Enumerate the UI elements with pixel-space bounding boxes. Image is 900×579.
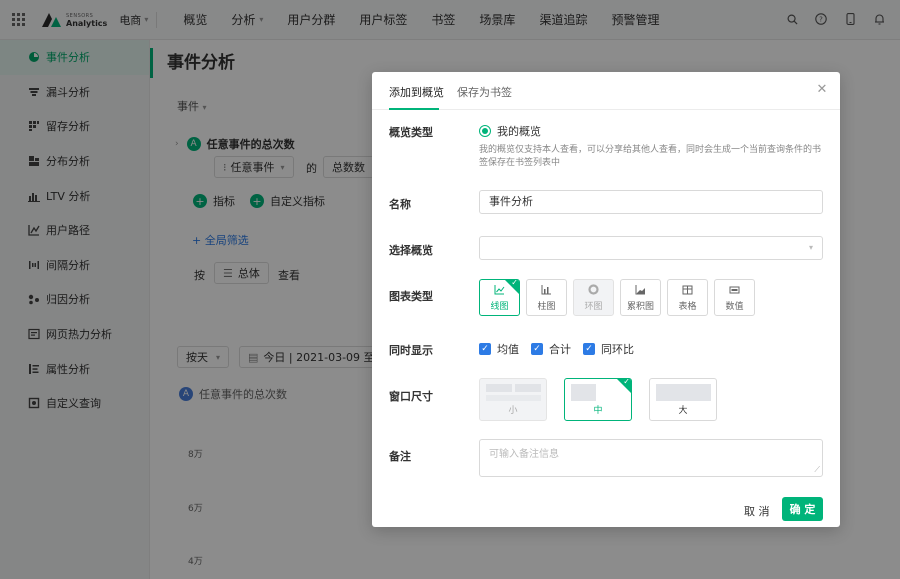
select-overview-label: 选择概览 (389, 244, 433, 257)
chart-type-label: 线图 (490, 301, 509, 312)
chart-type-label: 累积图 (626, 301, 654, 312)
window-size-small[interactable]: 小 (479, 378, 547, 421)
active-tab-indicator (389, 108, 439, 110)
chart-type-cumulative-chart[interactable]: 累积图 (620, 279, 661, 316)
chart-type-label: 环图 (584, 301, 603, 312)
bar-chart-icon (541, 284, 552, 296)
name-label: 名称 (389, 198, 411, 211)
chart-type-bar-chart[interactable]: 柱图 (526, 279, 567, 316)
ring-chart-icon (588, 284, 599, 296)
dialog-tabs: 添加到概览 保存为书签 (372, 72, 840, 110)
check-icon: ✓ (511, 279, 518, 287)
chevron-down-icon: ▾ (808, 243, 813, 252)
chart-type-table[interactable]: 表格 (667, 279, 708, 316)
chart-type-ring-chart[interactable]: 环图 (573, 279, 614, 316)
window-size-label-small: 小 (508, 406, 518, 416)
overview-type-option: 我的概览 (497, 125, 541, 138)
close-icon[interactable]: ✕ (814, 82, 830, 98)
chart-type-options: 线图 ✓ 柱图 环图 累积图 表格 数值 (479, 279, 761, 316)
check-icon: ✓ (623, 378, 630, 386)
show-option-label: 同环比 (601, 343, 634, 356)
window-size-label-medium: 中 (593, 406, 603, 416)
window-size-medium[interactable]: ✓ 中 (564, 378, 632, 421)
confirm-button[interactable]: 确 定 (782, 497, 823, 521)
chart-type-number[interactable]: 数值 (714, 279, 755, 316)
window-size-label: 窗口尺寸 (389, 390, 433, 403)
table-icon (682, 284, 693, 296)
tab-add-to-overview[interactable]: 添加到概览 (389, 84, 444, 100)
cancel-button[interactable]: 取 消 (744, 503, 770, 519)
window-size-label-large: 大 (678, 406, 688, 416)
show-option-label: 均值 (497, 343, 519, 356)
checkbox-checked-icon[interactable]: ✓ (479, 343, 491, 355)
chart-type-label: 柱图 (537, 301, 556, 312)
show-options: ✓ 均值 ✓ 合计 ✓ 同环比 (479, 341, 646, 357)
window-size-large[interactable]: 大 (649, 378, 717, 421)
show-label: 同时显示 (389, 344, 433, 357)
add-to-overview-dialog: 添加到概览 保存为书签 ✕ 概览类型 我的概览 我的概览仅支持本人查看，可以分享… (372, 72, 840, 527)
tab-save-as-bookmark[interactable]: 保存为书签 (457, 84, 512, 100)
show-option-label: 合计 (549, 343, 571, 356)
checkbox-checked-icon[interactable]: ✓ (583, 343, 595, 355)
number-icon (729, 284, 740, 296)
cumulative-chart-icon (635, 284, 646, 296)
chart-type-label: 图表类型 (389, 290, 433, 303)
name-input[interactable]: 事件分析 (479, 190, 823, 214)
overview-type-radio[interactable]: 我的概览 (479, 123, 541, 139)
note-textarea[interactable]: 可输入备注信息 ⟋ (479, 439, 823, 477)
note-placeholder: 可输入备注信息 (489, 449, 559, 460)
chart-type-line-chart[interactable]: 线图 ✓ (479, 279, 520, 316)
chart-type-label: 表格 (678, 301, 697, 312)
chart-type-label: 数值 (725, 301, 744, 312)
resize-handle-icon[interactable]: ⟋ (814, 465, 820, 475)
overview-type-hint: 我的概览仅支持本人查看，可以分享给其他人查看，同时会生成一个当前查询条件的书签保… (479, 145, 822, 168)
line-chart-icon (494, 284, 505, 296)
window-size-options: 小 ✓ 中 大 (479, 378, 734, 421)
select-overview-dropdown[interactable]: ▾ (479, 236, 823, 260)
radio-button[interactable] (479, 125, 491, 137)
note-label: 备注 (389, 450, 411, 463)
overview-type-label: 概览类型 (389, 126, 433, 139)
checkbox-checked-icon[interactable]: ✓ (531, 343, 543, 355)
